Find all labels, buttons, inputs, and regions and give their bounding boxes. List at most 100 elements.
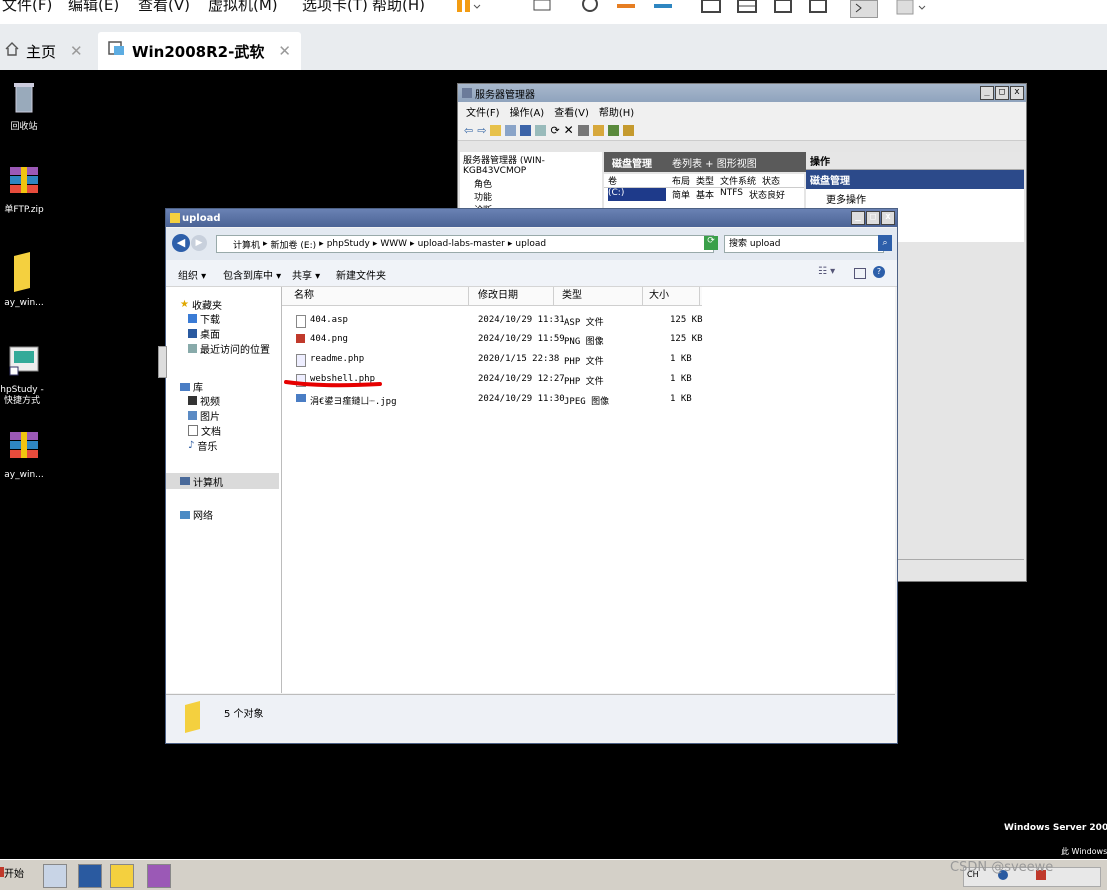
refresh-icon[interactable]: ⟳ [704,236,718,250]
volume-row[interactable]: (C:) 简单 基本 NTFS 状态良好 [604,188,804,201]
column-header-name[interactable]: 名称 [290,287,469,305]
maximize-button[interactable]: □ [995,86,1009,100]
menu-help[interactable]: 帮助(H) [599,104,634,119]
properties-icon[interactable] [535,124,547,136]
column-header[interactable]: 卷 [608,174,666,187]
close-icon[interactable]: ✕ [278,42,291,60]
minimize-button[interactable]: _ [851,211,865,225]
open-icon[interactable] [592,124,604,136]
close-button[interactable]: x [1010,86,1024,100]
tab-vm[interactable]: Win2008R2-武软 ✕ [98,32,301,70]
desktop-icon-recycle-bin[interactable]: 回收站 [0,80,48,133]
explorer-window[interactable]: upload _ □ x ◀ ▶ 计算机 ▸ 新加卷 (E:) ▸ phpStudy… [165,208,898,744]
nav-network[interactable]: 网络 [180,507,213,522]
nav-music[interactable]: ♪ 音乐 [188,438,217,453]
tree-item-features[interactable]: 功能 [460,190,602,203]
tree-item-roles[interactable]: 角色 [460,177,602,190]
breadcrumb[interactable]: 计算机 ▸ 新加卷 (E:) ▸ phpStudy ▸ WWW ▸ upload-lab… [216,235,714,253]
console-view-icon[interactable] [773,0,797,14]
nav-documents[interactable]: 文档 [188,423,221,438]
refresh-icon[interactable]: ⟳ [550,124,559,137]
host-menu-file[interactable]: 文件(F) [2,0,52,15]
help-icon[interactable] [520,124,532,136]
up-folder-icon[interactable] [490,124,502,136]
table-row[interactable]: 404.png 2024/10/29 11:59 PNG 图像 125 KB [282,332,703,350]
chart-icon[interactable] [622,124,634,136]
export-icon[interactable] [577,124,589,136]
breadcrumb-computer[interactable]: 计算机 [233,238,260,251]
column-header-type[interactable]: 类型 [558,287,643,305]
desktop-icon-archive[interactable]: ay_win... [0,430,48,481]
actions-section[interactable]: 磁盘管理 [806,170,1024,189]
breadcrumb-drive[interactable]: 新加卷 (E:) [271,238,317,251]
breadcrumb-upload[interactable]: upload [515,239,546,249]
desktop-icon-phpstudy-shortcut[interactable]: hpStudy - 快捷方式 [0,345,48,407]
column-header[interactable]: 文件系统 [720,174,756,187]
table-row[interactable]: 涓€鍙ヨ瘽鏈ㄩ┈.jpg 2024/10/29 11:30 JPEG 图像 1 … [282,392,702,410]
nav-favorites[interactable]: ★ 收藏夹 [180,297,222,312]
back-icon[interactable]: ⇦ [464,124,473,137]
server-manager-titlebar[interactable]: 服务器管理器 _ □ x [458,84,1026,102]
powershell-taskbar-icon[interactable] [78,864,102,888]
forward-icon[interactable]: ⇨ [477,124,486,137]
table-row[interactable]: readme.php 2020/1/15 22:38 PHP 文件 1 KB [282,352,702,370]
revert-snapshot-icon[interactable] [615,0,639,14]
host-menu-help[interactable]: 帮助(H) [372,0,425,15]
column-header-size[interactable]: 大小 [645,287,700,305]
breadcrumb-upload-labs[interactable]: upload-labs-master [418,239,505,249]
menu-view[interactable]: 查看(V) [554,104,589,119]
explorer-taskbar-icon[interactable] [110,864,134,888]
full-screen-icon[interactable] [700,0,724,14]
desktop-icon-folder[interactable]: ay_win... [0,252,48,309]
start-button[interactable]: 开始 [0,865,24,885]
new-folder-button[interactable]: 新建文件夹 [336,267,386,282]
help-icon[interactable]: ? [873,266,885,278]
host-menu-edit[interactable]: 编辑(E) [68,0,119,15]
column-header[interactable]: 状态 [762,174,780,187]
close-button[interactable]: x [881,211,895,225]
search-icon[interactable] [607,124,619,136]
tab-home[interactable]: 主页 ✕ [4,36,83,66]
explorer-titlebar[interactable]: upload _ □ x [166,209,897,227]
menu-file[interactable]: 文件(F) [466,104,500,119]
include-in-library-button[interactable]: 包含到库中 ▾ [223,267,281,282]
breadcrumb-phpstudy[interactable]: phpStudy [327,239,370,249]
minimize-button[interactable]: _ [980,86,994,100]
pause-icon[interactable] [455,0,481,14]
delete-icon[interactable]: ✕ [564,123,574,137]
console-tree-icon[interactable] [505,124,517,136]
view-options-icon[interactable]: ☷ ▾ [818,266,835,277]
actions-more[interactable]: 更多操作 [806,189,1024,208]
nav-pictures[interactable]: 图片 [188,408,220,423]
host-menu-view[interactable]: 查看(V) [138,0,190,15]
nav-computer[interactable]: 计算机 [166,473,279,489]
nav-videos[interactable]: 视频 [188,393,220,408]
nav-libraries[interactable]: 库 [180,379,203,394]
snapshot-manager-icon[interactable] [652,0,676,14]
preview-pane-icon[interactable] [854,268,866,279]
organize-button[interactable]: 组织 ▾ [178,267,206,282]
host-menu-tabs[interactable]: 选项卡(T) [302,0,368,15]
nav-downloads[interactable]: 下载 [188,311,220,326]
stretch-icon[interactable] [895,0,929,16]
column-header[interactable]: 类型 [696,174,714,187]
menu-action[interactable]: 操作(A) [510,104,545,119]
snapshot-icon[interactable] [580,0,602,14]
breadcrumb-www[interactable]: WWW [380,239,407,249]
column-header[interactable]: 布局 [672,174,690,187]
fit-guest-icon[interactable] [808,0,832,14]
host-menu-vm[interactable]: 虚拟机(M) [208,0,278,15]
nav-desktop[interactable]: 桌面 [188,326,220,341]
server-manager-taskbar-icon[interactable] [43,864,67,888]
send-ctrl-alt-del-icon[interactable] [532,0,554,14]
back-icon[interactable]: ◀ [172,234,190,252]
terminal-icon[interactable] [850,0,878,18]
desktop-icon-ftp-zip[interactable]: 单FTP.zip [0,165,48,216]
nav-recent[interactable]: 最近访问的位置 [188,341,270,356]
column-header-date[interactable]: 修改日期 [474,287,554,305]
close-icon[interactable]: ✕ [70,42,83,60]
search-input[interactable]: 搜索 upload [724,235,884,253]
winrar-taskbar-icon[interactable] [147,864,171,888]
unity-icon[interactable] [736,0,760,14]
forward-icon[interactable]: ▶ [191,235,207,251]
